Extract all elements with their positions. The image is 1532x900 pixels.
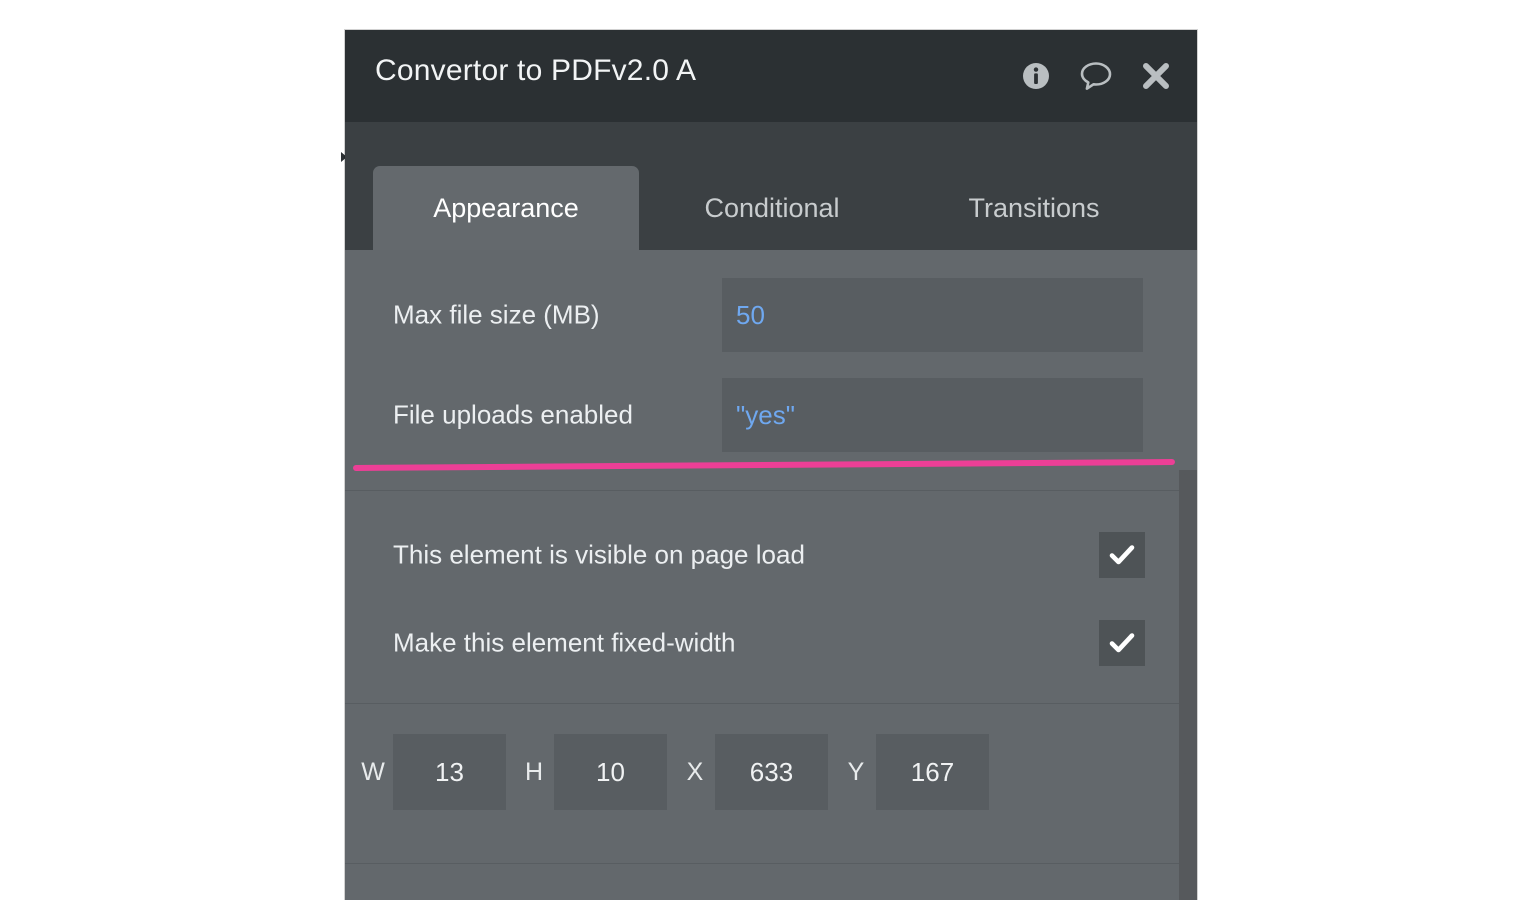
tab-conditional[interactable]: Conditional bbox=[653, 166, 891, 250]
max-file-size-label: Max file size (MB) bbox=[393, 299, 600, 330]
file-uploads-enabled-value: "yes" bbox=[736, 399, 795, 430]
y-input[interactable]: 167 bbox=[876, 734, 989, 810]
file-uploads-enabled-label: File uploads enabled bbox=[393, 399, 633, 430]
check-icon bbox=[1109, 545, 1135, 565]
max-file-size-input[interactable]: 50 bbox=[722, 278, 1143, 352]
info-icon[interactable] bbox=[1017, 56, 1055, 96]
comment-icon[interactable] bbox=[1077, 56, 1115, 96]
width-label: W bbox=[361, 757, 385, 786]
dimensions-row: W 13 H 10 X 633 Y 167 bbox=[345, 732, 1197, 812]
highlight-underline bbox=[352, 458, 1175, 471]
panel-titlebar: Convertor to PDFv2.0 A bbox=[345, 30, 1197, 122]
panel-scrollbar[interactable] bbox=[1179, 470, 1197, 900]
tab-transitions[interactable]: Transitions bbox=[915, 166, 1153, 250]
width-input[interactable]: 13 bbox=[393, 734, 506, 810]
property-editor-panel: Convertor to PDFv2.0 A Appearance Condit… bbox=[345, 30, 1197, 900]
panel-scrollbar-thumb[interactable] bbox=[1181, 474, 1195, 774]
fixed-width-label: Make this element fixed-width bbox=[393, 627, 736, 658]
max-file-size-value: 50 bbox=[736, 299, 765, 330]
height-label: H bbox=[524, 757, 544, 786]
tab-transitions-label: Transitions bbox=[968, 192, 1100, 223]
tab-bar: Appearance Conditional Transitions bbox=[345, 122, 1197, 250]
field-row-file-uploads-enabled: File uploads enabled "yes" bbox=[345, 378, 1197, 452]
height-input[interactable]: 10 bbox=[554, 734, 667, 810]
checkbox-row-visible-on-page-load[interactable]: This element is visible on page load bbox=[345, 525, 1197, 585]
visible-on-page-load-label: This element is visible on page load bbox=[393, 539, 805, 570]
check-icon bbox=[1109, 633, 1135, 653]
dimension-group-width: W 13 bbox=[353, 734, 506, 810]
dimension-group-height: H 10 bbox=[514, 734, 667, 810]
appearance-tab-content: Max file size (MB) 50 File uploads enabl… bbox=[345, 250, 1197, 900]
x-input[interactable]: 633 bbox=[715, 734, 828, 810]
tab-appearance[interactable]: Appearance bbox=[373, 166, 639, 250]
close-icon[interactable] bbox=[1137, 56, 1175, 96]
dimension-group-y: Y 167 bbox=[836, 734, 989, 810]
field-row-max-file-size: Max file size (MB) 50 bbox=[345, 278, 1197, 352]
section-divider bbox=[345, 703, 1197, 704]
titlebar-actions bbox=[1017, 56, 1175, 96]
tab-conditional-label: Conditional bbox=[704, 192, 840, 223]
fixed-width-checkbox[interactable] bbox=[1099, 620, 1145, 666]
checkbox-row-fixed-width[interactable]: Make this element fixed-width bbox=[345, 613, 1197, 673]
dimension-group-x: X 633 bbox=[675, 734, 828, 810]
section-divider bbox=[345, 863, 1197, 864]
y-label: Y bbox=[847, 757, 865, 786]
visible-on-page-load-checkbox[interactable] bbox=[1099, 532, 1145, 578]
file-uploads-enabled-input[interactable]: "yes" bbox=[722, 378, 1143, 452]
tab-appearance-label: Appearance bbox=[433, 192, 579, 223]
section-divider bbox=[345, 490, 1197, 491]
x-label: X bbox=[686, 757, 704, 786]
panel-title: Convertor to PDFv2.0 A bbox=[375, 54, 697, 87]
